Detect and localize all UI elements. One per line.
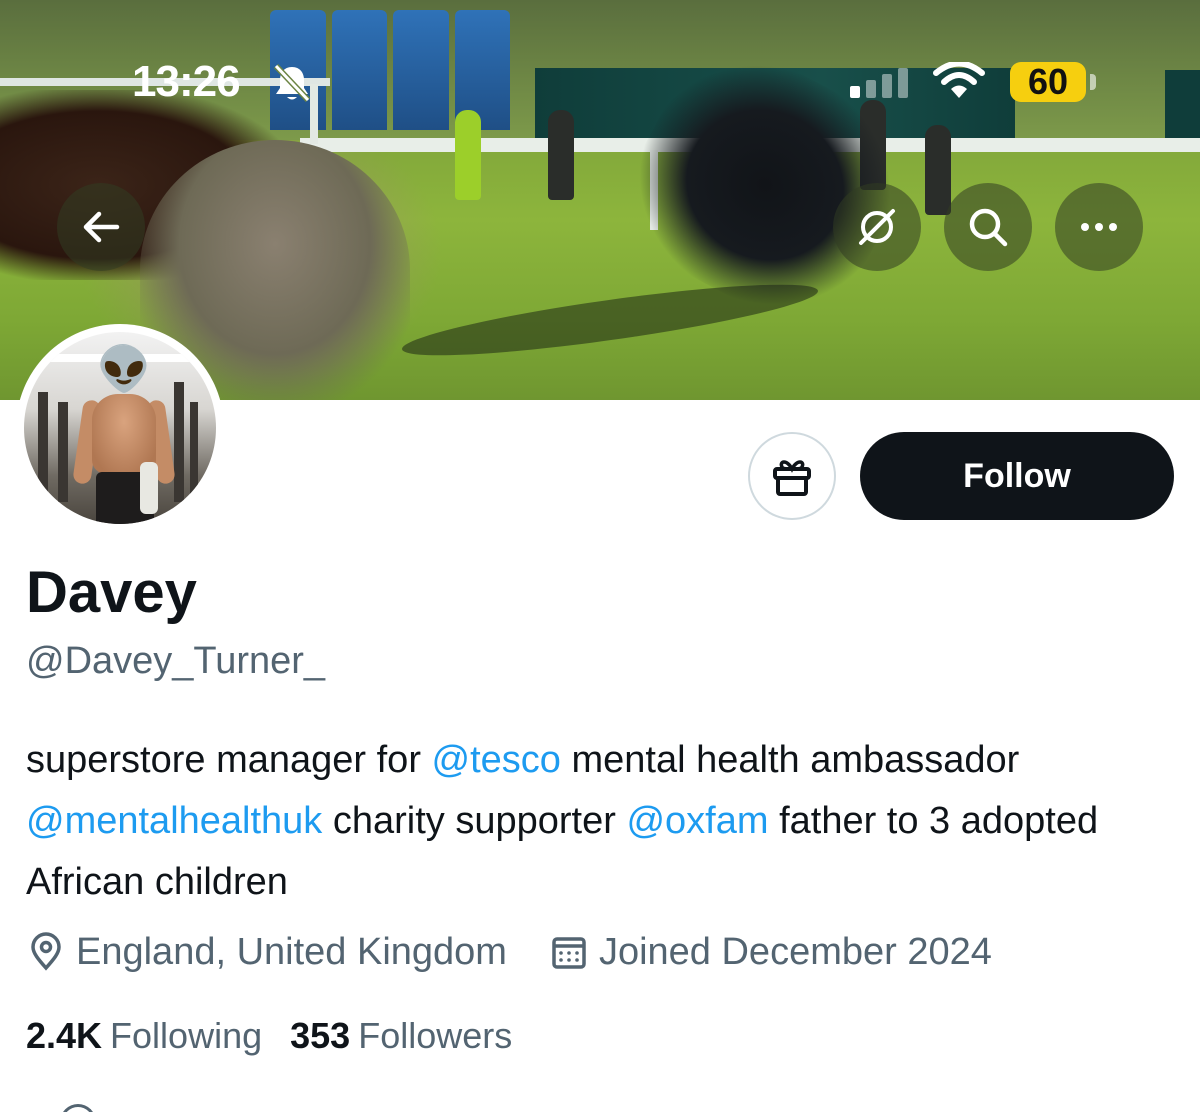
more-icon — [1081, 223, 1117, 231]
gift-icon — [773, 460, 811, 496]
profile-avatar[interactable]: 👽 — [16, 324, 224, 532]
grok-icon — [859, 209, 895, 245]
avatar-gym-rack — [190, 402, 198, 502]
followers-count[interactable]: 353 — [290, 1015, 350, 1057]
avatar-towel — [140, 462, 158, 514]
search-icon — [969, 208, 1008, 247]
bio-text: superstore manager for — [26, 739, 432, 781]
bio-text: mental health ambassador — [560, 739, 1020, 781]
bio-text: charity supporter — [322, 800, 627, 842]
following-label[interactable]: Following — [110, 1015, 262, 1057]
followers-label[interactable]: Followers — [358, 1015, 512, 1057]
following-count[interactable]: 2.4K — [26, 1015, 102, 1057]
signal-icon — [850, 68, 908, 98]
location-text: England, United Kingdom — [76, 930, 507, 973]
search-button[interactable] — [944, 183, 1032, 271]
back-arrow-icon — [83, 211, 120, 243]
display-name: Davey — [26, 560, 197, 625]
status-time: 13:26 — [132, 57, 241, 106]
avatar-gym-rack — [174, 382, 184, 502]
gift-button[interactable] — [748, 432, 836, 520]
location-item: England, United Kingdom — [26, 931, 507, 974]
user-handle: @Davey_Turner_ — [26, 640, 326, 682]
banner-hoarding-right — [1165, 70, 1200, 140]
follow-counts: 2.4K Following 353 Followers — [26, 1008, 540, 1064]
banner-person — [925, 125, 951, 215]
battery-icon — [1090, 74, 1096, 90]
banner-person — [455, 110, 481, 200]
avatar-photo: 👽 — [24, 332, 216, 524]
bell-slash-icon — [273, 63, 311, 103]
follow-button[interactable]: Follow — [860, 432, 1174, 520]
mention-link-oxfam[interactable]: @oxfam — [626, 800, 768, 842]
avatar-gym-rack — [38, 392, 48, 502]
mention-link-tesco[interactable]: @tesco — [432, 739, 561, 781]
banner-person — [548, 110, 574, 200]
back-button[interactable] — [57, 183, 145, 271]
profile-bio: superstore manager for @tesco mental hea… — [26, 730, 1186, 913]
more-button[interactable] — [1055, 183, 1143, 271]
avatar-gym-rack — [58, 402, 68, 502]
grok-button[interactable] — [833, 183, 921, 271]
alien-emoji-icon: 👽 — [96, 345, 152, 394]
joined-text: Joined December 2024 — [598, 930, 992, 973]
calendar-icon — [552, 937, 586, 969]
joined-item: Joined December 2024 — [549, 931, 992, 974]
wifi-icon — [933, 62, 985, 98]
battery-indicator: 60 — [1010, 62, 1086, 102]
mention-link-mentalhealthuk[interactable]: @mentalhealthuk — [26, 800, 322, 842]
profile-meta: England, United Kingdom Joined December … — [26, 924, 1034, 980]
location-pin-icon — [31, 932, 61, 971]
next-section-peek — [60, 1104, 96, 1112]
